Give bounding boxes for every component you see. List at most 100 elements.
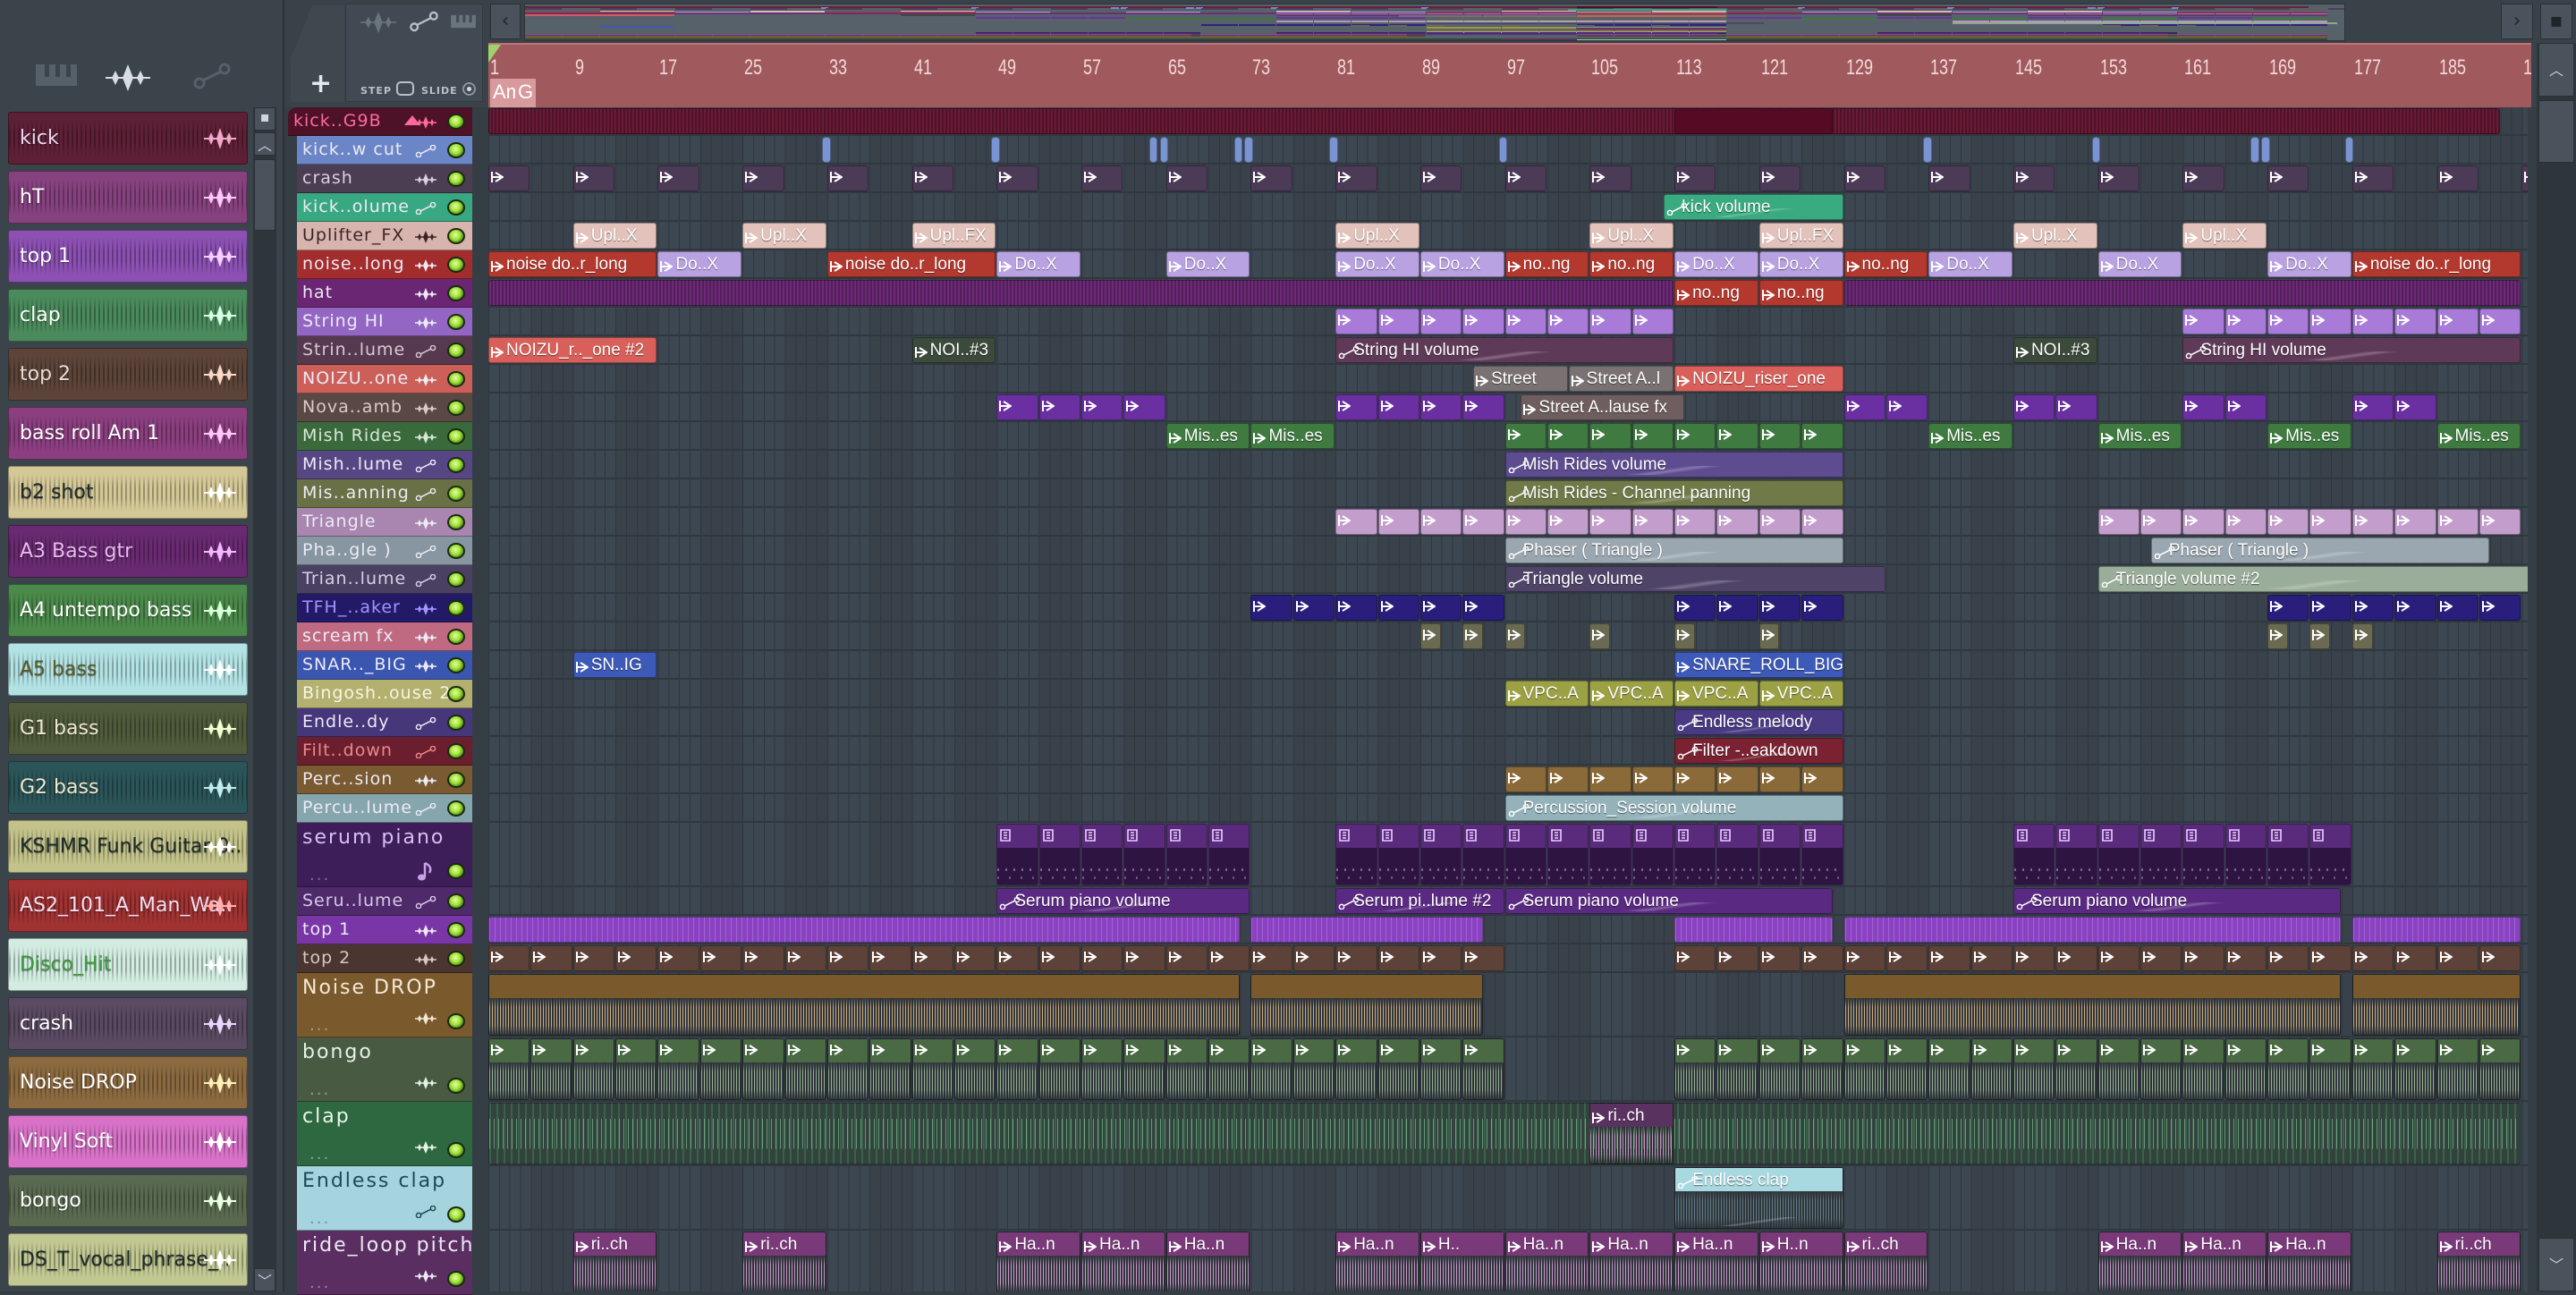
audio-clip[interactable]: Street — [1473, 366, 1568, 392]
automation-clip[interactable]: Serum piano volume — [2012, 888, 2341, 914]
automation-clip[interactable]: Percussion_Session volume — [1504, 795, 1843, 821]
track-header[interactable]: kick..w cut — [297, 136, 472, 165]
audio-clip[interactable] — [1589, 766, 1631, 792]
mute-led[interactable] — [447, 657, 465, 673]
mute-led[interactable] — [447, 1271, 465, 1287]
audio-clip[interactable] — [572, 945, 615, 971]
audio-clip[interactable] — [2182, 165, 2224, 191]
audio-clip[interactable] — [1843, 280, 2521, 306]
audio-clip[interactable]: Do..X — [1758, 251, 1843, 277]
pattern-clip[interactable] — [2224, 824, 2267, 885]
track-lane[interactable] — [488, 1166, 2528, 1231]
audio-clip[interactable]: VPC..A — [1674, 681, 1758, 707]
audio-clip[interactable] — [1165, 165, 1208, 191]
track-header[interactable]: Endless clap... — [297, 1166, 472, 1231]
track-header[interactable]: crash — [297, 165, 472, 193]
track-lane[interactable] — [488, 651, 2528, 680]
audio-clip[interactable] — [2055, 945, 2097, 971]
audio-clip[interactable] — [869, 1038, 911, 1100]
playlist-grid[interactable]: kick volume Upl..X Upl..X Upl..FX Upl..X Upl.… — [488, 107, 2528, 1291]
picker-item[interactable]: top 2 — [8, 348, 248, 401]
track-header[interactable]: NOIZU..one — [297, 365, 472, 394]
audio-clip[interactable] — [657, 945, 699, 971]
mute-led[interactable] — [447, 257, 465, 273]
pattern-clip[interactable] — [2055, 824, 2097, 885]
audio-clip[interactable] — [2394, 309, 2436, 334]
automation-clip[interactable]: kick volume — [1664, 194, 1843, 220]
audio-clip[interactable] — [2436, 1038, 2479, 1100]
audio-clip[interactable]: Ha..n — [1589, 1232, 1674, 1291]
audio-clip[interactable] — [1038, 394, 1081, 420]
track-header[interactable]: noise..long — [297, 250, 472, 279]
audio-clip[interactable] — [1716, 1038, 1758, 1100]
audio-clip[interactable] — [1335, 394, 1377, 420]
audio-clip[interactable] — [1081, 945, 1123, 971]
pattern-clip[interactable] — [2267, 824, 2309, 885]
picker-item[interactable]: hT — [8, 171, 248, 224]
audio-clip[interactable]: noise do..r_long — [826, 251, 996, 277]
audio-clip[interactable] — [1801, 595, 1843, 621]
audio-clip[interactable] — [821, 137, 831, 163]
audio-clip[interactable] — [1419, 509, 1462, 535]
audio-clip[interactable] — [1885, 945, 1928, 971]
audio-clip[interactable] — [826, 165, 869, 191]
audio-clip[interactable]: Do..X — [1165, 251, 1250, 277]
audio-clip[interactable] — [2394, 394, 2436, 420]
audio-clip[interactable] — [530, 1038, 572, 1100]
automation-clip[interactable]: Serum piano volume — [996, 888, 1250, 914]
audio-clip[interactable] — [1631, 509, 1674, 535]
audio-clip[interactable] — [1335, 509, 1377, 535]
track-header[interactable]: Noise DROP... — [297, 973, 472, 1037]
audio-clip[interactable]: Upl..X — [742, 223, 826, 249]
audio-clip[interactable] — [2250, 137, 2259, 163]
audio-clip[interactable] — [1208, 945, 1250, 971]
audio-clip[interactable] — [2182, 309, 2224, 334]
audio-clip[interactable] — [2479, 309, 2521, 334]
audio-clip[interactable] — [1123, 394, 1165, 420]
picker-item[interactable]: top 1 — [8, 230, 248, 283]
pattern-clip[interactable] — [1504, 824, 1546, 885]
audio-clip[interactable] — [1758, 509, 1801, 535]
audio-clip[interactable] — [2224, 394, 2267, 420]
audio-clip[interactable]: no..ng — [1843, 251, 1928, 277]
overview-menu-button[interactable]: ▪ — [2540, 4, 2572, 39]
audio-clip[interactable] — [1970, 945, 2012, 971]
audio-clip[interactable] — [1462, 623, 1483, 649]
audio-clip[interactable]: Do..X — [2097, 251, 2182, 277]
audio-clip[interactable] — [2351, 394, 2394, 420]
audio-clip[interactable] — [1377, 1038, 1419, 1100]
track-header[interactable]: top 2 — [297, 944, 472, 973]
audio-clip[interactable] — [1081, 1038, 1123, 1100]
audio-clip[interactable]: VPC..A — [1758, 681, 1843, 707]
audio-clip[interactable] — [1462, 595, 1504, 621]
picker-item[interactable]: bass roll Am 1 — [8, 407, 248, 460]
audio-clip[interactable] — [1758, 165, 1801, 191]
audio-clip[interactable] — [488, 974, 1240, 1036]
audio-clip[interactable] — [1159, 137, 1169, 163]
audio-clip[interactable]: noise do..r_long — [2351, 251, 2521, 277]
audio-clip[interactable] — [2055, 394, 2097, 420]
audio-clip[interactable] — [1419, 945, 1462, 971]
mute-led[interactable] — [447, 371, 465, 387]
step-toggle[interactable] — [396, 81, 414, 96]
automation-icon[interactable] — [409, 10, 439, 37]
audio-clip[interactable] — [488, 1103, 2521, 1164]
pattern-clip[interactable] — [1801, 824, 1843, 885]
picker-item[interactable]: AS2_101_A_Man_Wa.. — [8, 879, 248, 932]
audio-clip[interactable] — [1419, 394, 1462, 420]
audio-clip[interactable]: Ha..n — [1504, 1232, 1589, 1291]
audio-clip[interactable] — [1716, 509, 1758, 535]
audio-clip[interactable] — [488, 945, 530, 971]
audio-clip[interactable] — [953, 945, 996, 971]
mute-led[interactable] — [447, 228, 465, 244]
automation-clip[interactable]: Mish Rides - Channel panning — [1504, 480, 1843, 506]
audio-clip[interactable] — [1335, 165, 1377, 191]
track-header[interactable]: Seru..lume — [297, 887, 472, 916]
audio-clip[interactable] — [2309, 623, 2331, 649]
picker-scroll-thumb[interactable] — [254, 159, 275, 231]
audio-clip[interactable] — [2479, 945, 2521, 971]
mute-led[interactable] — [447, 863, 465, 879]
audio-clip[interactable]: Upl..X — [572, 223, 657, 249]
audio-clip[interactable] — [1758, 595, 1801, 621]
audio-clip[interactable] — [488, 280, 1674, 306]
